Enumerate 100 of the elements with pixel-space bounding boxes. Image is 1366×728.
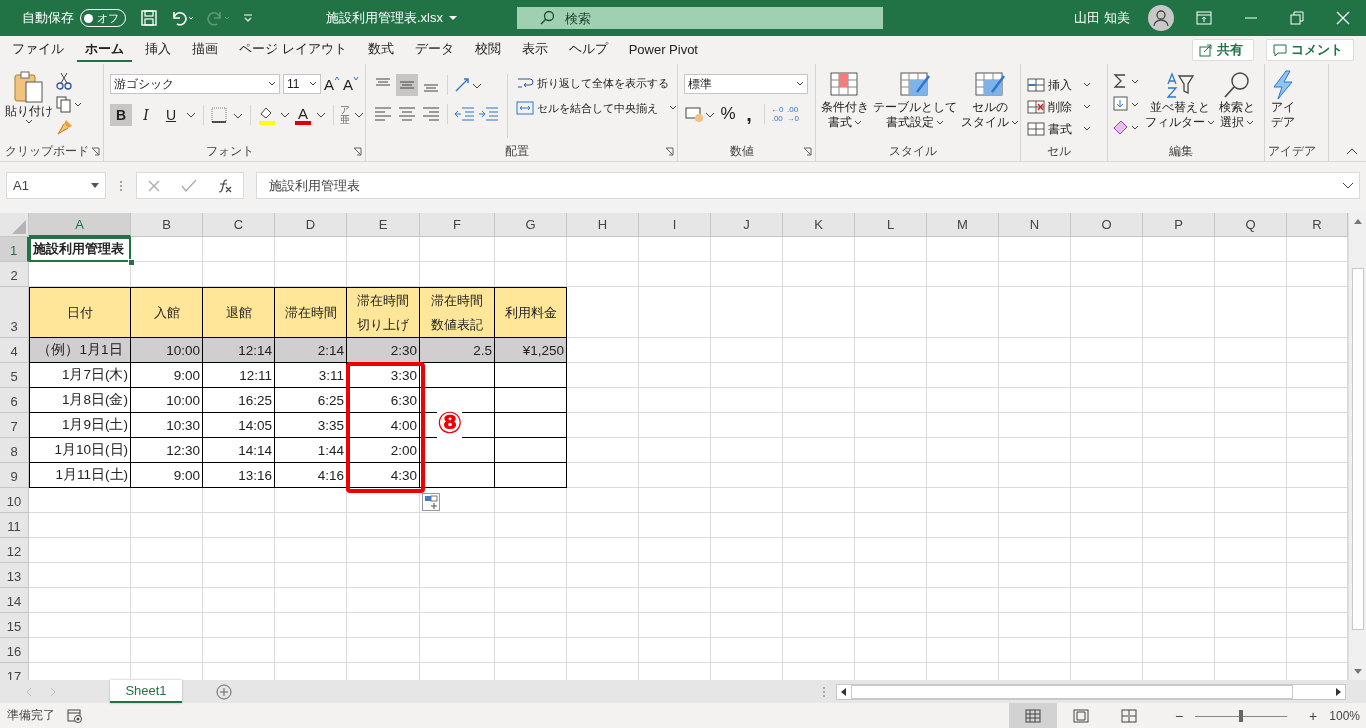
- increase-decimal-button[interactable]: ←0 .00: [771, 105, 784, 123]
- borders-icon[interactable]: [210, 105, 244, 125]
- enter-icon[interactable]: [181, 178, 197, 193]
- function-icon[interactable]: [217, 178, 233, 193]
- scroll-down-icon[interactable]: [1352, 668, 1363, 676]
- style-button[interactable]: テーブルとして 書式設定: [872, 70, 958, 130]
- ribbon-tab[interactable]: 数式: [359, 38, 402, 62]
- save-icon[interactable]: [140, 9, 158, 27]
- vertical-scrollbar[interactable]: [1348, 213, 1366, 680]
- column-header[interactable]: B: [131, 213, 203, 237]
- align-button[interactable]: [396, 74, 418, 96]
- font-style-button[interactable]: B: [110, 104, 132, 126]
- fill-handle[interactable]: [128, 259, 135, 266]
- number-format-field[interactable]: 標準: [684, 74, 808, 94]
- text-align-icon[interactable]: [420, 104, 442, 124]
- formula-field[interactable]: 施設利用管理表: [256, 172, 1360, 199]
- column-header[interactable]: L: [855, 213, 927, 237]
- search-field[interactable]: 検索: [517, 7, 883, 29]
- row-header[interactable]: 14: [0, 588, 29, 613]
- scroll-left-icon[interactable]: [839, 686, 849, 697]
- row-header[interactable]: 13: [0, 563, 29, 588]
- font-color-button[interactable]: A: [294, 105, 312, 125]
- ribbon-tab[interactable]: 挿入: [137, 38, 179, 62]
- font-size-field[interactable]: 11: [283, 74, 321, 94]
- ribbon-tab[interactable]: ページ レイアウト: [231, 38, 355, 62]
- zoom-slider[interactable]: [1195, 708, 1288, 723]
- dialog-launcher-icon[interactable]: [803, 147, 812, 156]
- column-header[interactable]: K: [783, 213, 855, 237]
- ideas-button[interactable]: アイ デア: [1269, 70, 1297, 130]
- zoom-in-button[interactable]: +: [1309, 707, 1318, 724]
- row-header[interactable]: 3: [0, 287, 29, 338]
- column-header[interactable]: G: [495, 213, 567, 237]
- column-header[interactable]: H: [567, 213, 639, 237]
- percent-button[interactable]: %: [719, 104, 737, 124]
- ribbon-tab[interactable]: Power Pivot: [620, 38, 706, 62]
- cells-button[interactable]: 削除: [1027, 96, 1091, 118]
- dialog-launcher-icon[interactable]: [665, 147, 674, 156]
- column-header[interactable]: P: [1143, 213, 1215, 237]
- shrink-font-button[interactable]: A: [343, 75, 360, 93]
- wrap-text-button[interactable]: 折り返して全体を表示する: [516, 74, 677, 92]
- caret-icon[interactable]: [315, 110, 327, 120]
- row-header[interactable]: 10: [0, 488, 29, 513]
- row-header[interactable]: 7: [0, 413, 29, 438]
- currency-icon[interactable]: [684, 104, 716, 124]
- caret-icon[interactable]: [353, 110, 365, 120]
- column-header[interactable]: F: [420, 213, 495, 237]
- paste-button[interactable]: 貼り付け: [4, 70, 54, 125]
- phonetic-button[interactable]: ア 亜: [340, 105, 350, 125]
- text-align-icon[interactable]: [372, 104, 394, 124]
- ribbon-tab[interactable]: ファイル: [4, 38, 72, 62]
- dialog-launcher-icon[interactable]: [91, 147, 100, 156]
- file-name[interactable]: 施設利用管理表.xlsx: [326, 9, 443, 27]
- restore-icon[interactable]: [1290, 11, 1304, 25]
- row-header[interactable]: 9: [0, 463, 29, 488]
- scroll-up-icon[interactable]: [1352, 217, 1363, 225]
- comment-button[interactable]: コメント: [1266, 39, 1354, 61]
- copy-icon[interactable]: [56, 95, 82, 113]
- name-box[interactable]: A1: [6, 172, 106, 199]
- row-header[interactable]: 8: [0, 438, 29, 463]
- ribbon-tab[interactable]: データ: [406, 38, 462, 62]
- scroll-thumb[interactable]: [1351, 267, 1364, 630]
- row-header[interactable]: 16: [0, 638, 29, 663]
- ribbon-display-icon[interactable]: [1196, 11, 1212, 25]
- edit-button[interactable]: 並べ替えと フィルター: [1144, 70, 1216, 130]
- font-style-button[interactable]: I: [135, 104, 157, 126]
- row-header[interactable]: 12: [0, 538, 29, 563]
- scroll-right-icon[interactable]: [1333, 686, 1343, 697]
- ribbon-tab[interactable]: 校閲: [466, 38, 509, 62]
- ribbon-tab[interactable]: 表示: [513, 38, 556, 62]
- add-sheet-icon[interactable]: [216, 683, 232, 700]
- row-header[interactable]: 15: [0, 613, 29, 638]
- quick-analysis-icon[interactable]: [422, 493, 440, 511]
- font-style-button[interactable]: U: [160, 104, 182, 126]
- cancel-icon[interactable]: [147, 178, 161, 193]
- column-header[interactable]: C: [203, 213, 275, 237]
- text-align-icon[interactable]: [396, 104, 418, 124]
- macro-record-icon[interactable]: [67, 708, 83, 723]
- view-button[interactable]: [1008, 703, 1057, 728]
- column-header[interactable]: A: [29, 213, 131, 237]
- close-icon[interactable]: [1336, 11, 1350, 25]
- ribbon-tab[interactable]: 描画: [184, 38, 226, 62]
- row-header[interactable]: 11: [0, 513, 29, 538]
- dialog-launcher-icon[interactable]: [353, 147, 362, 156]
- collapse-ribbon-icon[interactable]: [1346, 147, 1358, 155]
- style-button[interactable]: 条件付き 書式: [820, 70, 870, 130]
- undo-icon[interactable]: [170, 9, 194, 27]
- column-header[interactable]: R: [1287, 213, 1348, 237]
- zoom-out-button[interactable]: −: [1174, 707, 1184, 724]
- column-header[interactable]: E: [347, 213, 420, 237]
- row-header[interactable]: 4: [0, 338, 29, 363]
- row-header[interactable]: 2: [0, 262, 29, 287]
- column-header[interactable]: J: [711, 213, 783, 237]
- avatar-icon[interactable]: [1148, 5, 1174, 31]
- column-header[interactable]: Q: [1215, 213, 1287, 237]
- grow-font-button[interactable]: A: [324, 75, 340, 93]
- column-header[interactable]: N: [999, 213, 1071, 237]
- ribbon-tab[interactable]: ホーム: [77, 38, 132, 62]
- caret-icon[interactable]: [449, 15, 457, 21]
- horizontal-scrollbar[interactable]: [836, 683, 1346, 700]
- caret-icon[interactable]: [185, 110, 197, 120]
